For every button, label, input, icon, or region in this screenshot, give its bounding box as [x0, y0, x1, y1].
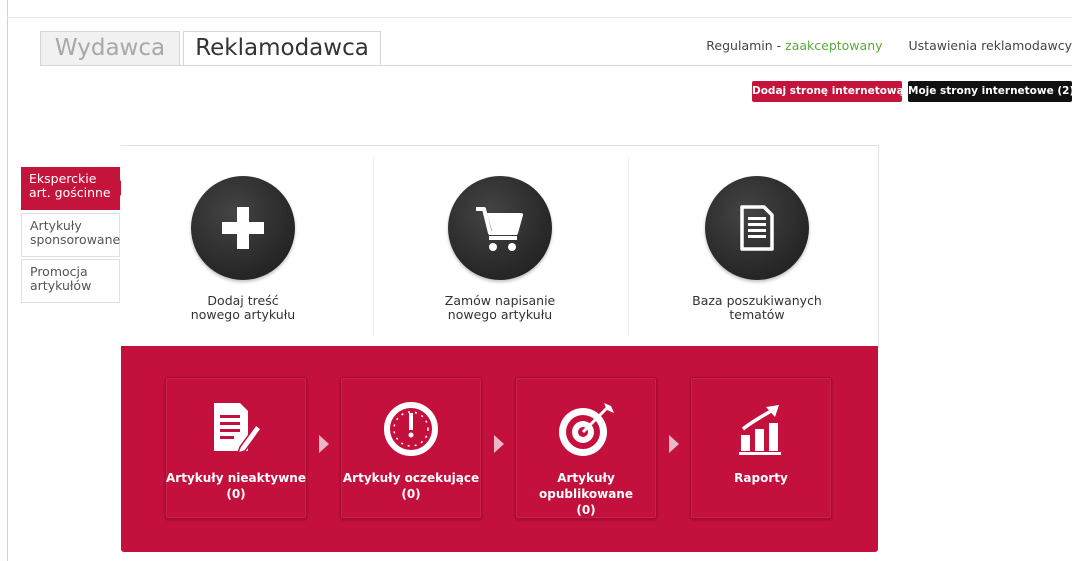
action-label: Baza poszukiwanych tematów — [692, 293, 822, 322]
sidebar-item-sponsored-articles[interactable]: Artykuły sponsorowane — [21, 213, 120, 257]
arrow-right-icon — [494, 435, 504, 453]
card-inactive-articles[interactable]: Artykuły nieaktywne (0) — [165, 377, 307, 519]
top-links: Regulamin - zaakceptowany Ustawienia rekl… — [706, 38, 1072, 53]
target-icon — [516, 398, 656, 460]
order-article-writing-action[interactable]: Zamów napisanie nowego artykułu — [380, 176, 620, 322]
tabs-divider — [40, 65, 1072, 66]
terms-link[interactable]: Regulamin - zaakceptowany — [706, 38, 882, 53]
frame-border-left — [7, 0, 8, 561]
card-label: Artykuły oczekujące — [342, 471, 480, 485]
sidebar-item-expert-articles[interactable]: Eksperckie art. gościnne — [21, 167, 128, 210]
advertiser-settings-link[interactable]: Ustawienia reklamodawcy — [909, 38, 1072, 53]
topics-database-action[interactable]: Baza poszukiwanych tematów — [637, 176, 877, 322]
sidebar-item-label: Eksperckie art. gościnne — [29, 171, 111, 200]
my-websites-button[interactable]: Moje strony internetowe (2) — [908, 81, 1072, 102]
sidebar-item-article-promotion[interactable]: Promocja artykułów — [21, 259, 120, 303]
clock-icon — [341, 398, 481, 460]
actions-panel: Dodaj treść nowego artykułu Zamów napisa… — [121, 145, 879, 347]
card-count: (0) — [401, 487, 421, 501]
document-icon — [705, 176, 809, 280]
card-label: Raporty — [734, 471, 788, 485]
panel-separator — [628, 156, 629, 336]
sidebar-item-label: Artykuły sponsorowane — [30, 218, 121, 247]
terms-label: Regulamin - — [706, 38, 786, 53]
chart-icon — [691, 398, 831, 460]
card-reports[interactable]: Raporty — [690, 377, 832, 519]
add-website-button[interactable]: Dodaj stronę internetową — [752, 81, 904, 102]
card-count: (0) — [226, 487, 246, 501]
tab-reklamodawca[interactable]: Reklamodawca — [183, 31, 381, 66]
card-pending-articles[interactable]: Artykuły oczekujące (0) — [340, 377, 482, 519]
card-published-articles[interactable]: Artykuły opublikowane (0) — [515, 377, 657, 519]
tab-wydawca[interactable]: Wydawca — [40, 31, 180, 65]
action-label: Dodaj treść nowego artykułu — [190, 293, 296, 322]
article-status-band: Artykuły nieaktywne (0) Artykuły oczekuj… — [121, 346, 878, 552]
inactive-articles-icon — [166, 398, 306, 460]
plus-icon — [191, 176, 295, 280]
action-label: Zamów napisanie nowego artykułu — [444, 293, 556, 322]
arrow-right-icon — [669, 435, 679, 453]
panel-separator — [373, 156, 374, 336]
cart-icon — [448, 176, 552, 280]
frame-border-top — [7, 17, 1072, 18]
sidebar-item-label: Promocja artykułów — [30, 264, 92, 293]
card-label: Artykuły opublikowane — [539, 471, 633, 501]
terms-status: zaakceptowany — [785, 38, 883, 53]
card-label: Artykuły nieaktywne — [166, 471, 306, 485]
arrow-right-icon — [319, 435, 329, 453]
add-article-content-action[interactable]: Dodaj treść nowego artykułu — [123, 176, 363, 322]
card-count: (0) — [576, 503, 596, 517]
